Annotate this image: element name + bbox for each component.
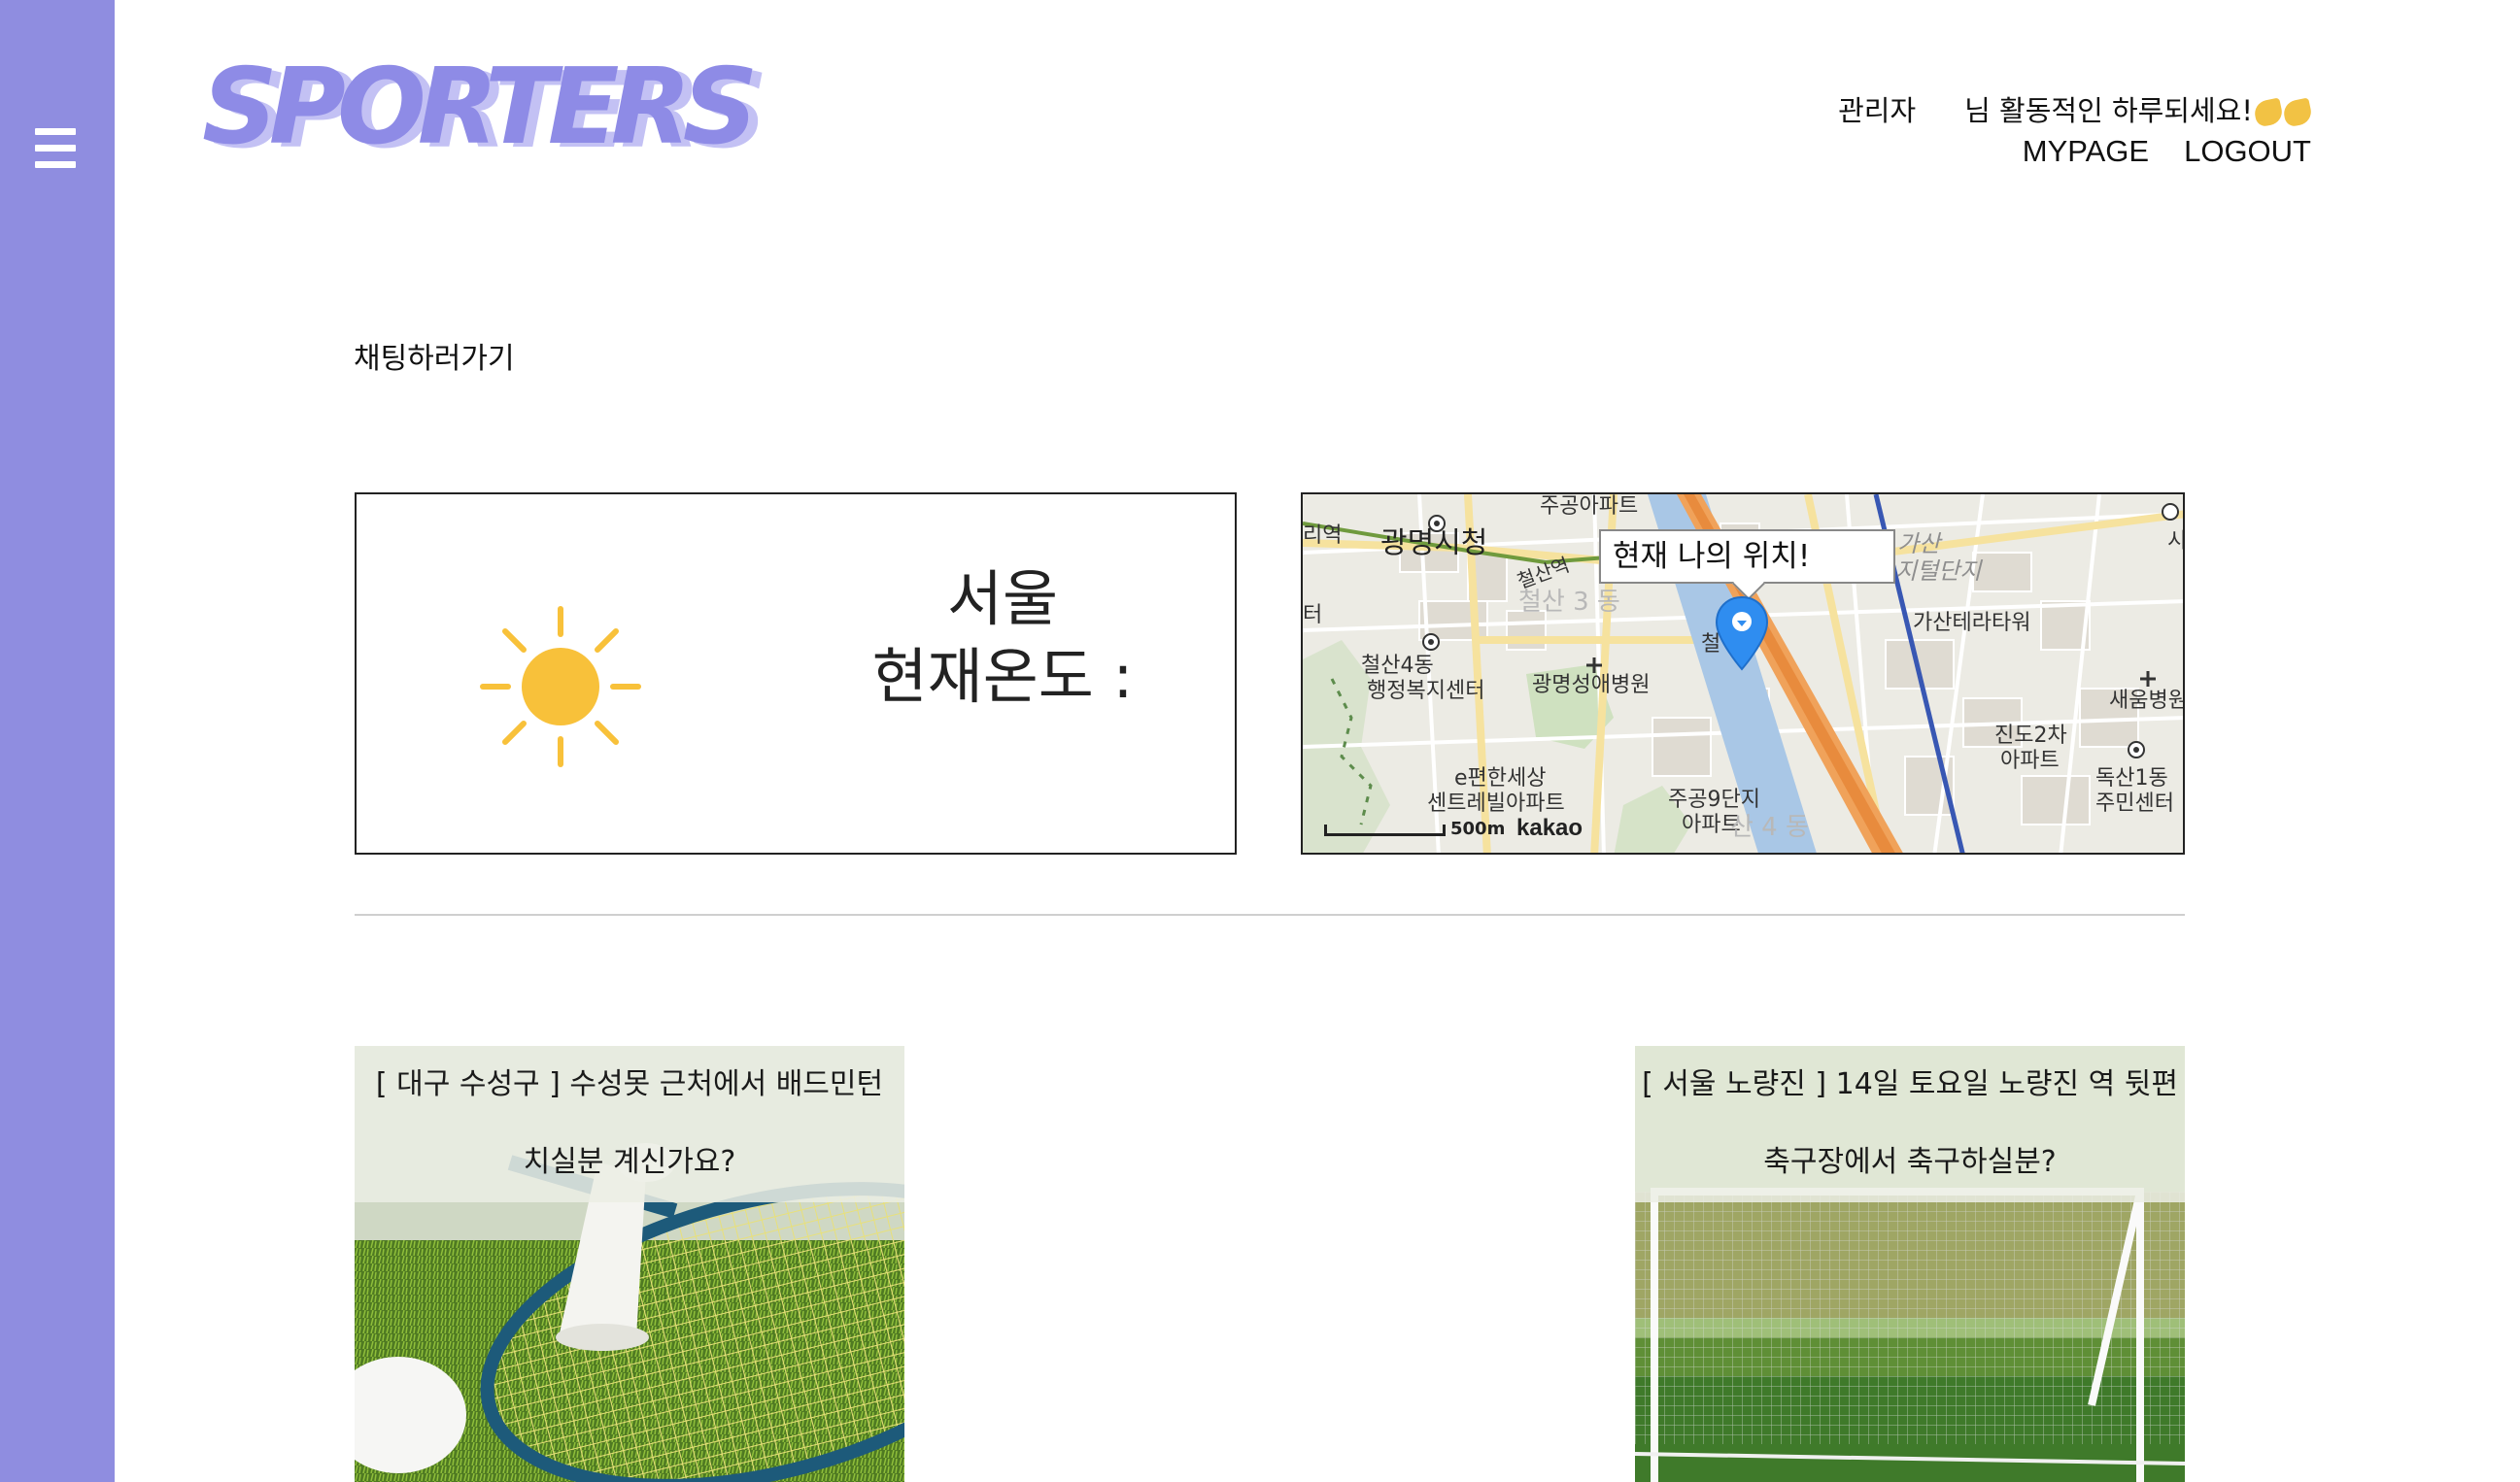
post-title-line: 축구장에서 축구하실분? <box>1763 1145 2057 1179</box>
map-label: 철산 3 동 <box>1518 588 1620 617</box>
map-label: 지털단지 <box>1895 557 1982 585</box>
hamburger-menu-icon[interactable] <box>35 128 76 169</box>
map-label: 주민센터 <box>2095 792 2174 816</box>
weather-city: 서울 <box>946 563 1059 634</box>
post-card-soccer[interactable]: [ 서울 노량진 ] 14일 토요일 노량진 역 뒷편 축구장에서 축구하실분? <box>1635 1046 2185 1482</box>
post-title-line: [ 대구 수성구 ] 수성못 근처에서 배드민턴 <box>375 1067 884 1101</box>
map-label: 가산 <box>1897 530 1941 557</box>
map-label: 주공9단지 <box>1668 788 1760 812</box>
map-label: 철산4동 <box>1361 654 1434 678</box>
location-pin-icon[interactable] <box>1714 595 1770 673</box>
post-card-badminton[interactable]: [ 대구 수성구 ] 수성못 근처에서 배드민턴 치실분 계신가요? <box>355 1046 904 1482</box>
map-label: 센트레빌아파트 <box>1427 792 1565 816</box>
sidebar <box>0 0 115 1482</box>
chat-link[interactable]: 채팅하러가기 <box>354 334 515 377</box>
map-scale-bar <box>1324 825 1446 836</box>
map-label: 독산1동 <box>2095 766 2168 791</box>
greeting-text: 님 활동적인 하루되세요! <box>1964 94 2253 127</box>
map-label: 산 4 동 <box>1730 813 1809 842</box>
kakao-logo: kakao <box>1516 815 1584 841</box>
map-scale-label: 500m <box>1450 819 1506 839</box>
map-label: 주공아파트 <box>1540 494 1639 519</box>
location-map[interactable]: 주공아파트 리역 광명시청 철산역 철산 3 동 터 철산4동 행정복지센터 광… <box>1301 492 2185 855</box>
weather-temp-label: 현재온도 : <box>871 641 1134 712</box>
map-label: 터 <box>1303 603 1323 627</box>
map-label: 아파트 <box>2000 749 2060 773</box>
sun-icon <box>480 606 641 767</box>
map-label: 시 <box>2167 529 2183 555</box>
weather-card: 서울 현재온도 : <box>355 492 1237 855</box>
post-title-line: [ 서울 노량진 ] 14일 토요일 노량진 역 뒷편 <box>1642 1067 2178 1101</box>
flexed-biceps-icon <box>2252 97 2314 128</box>
user-name: 관리자 <box>1838 94 1917 127</box>
map-tooltip: 현재 나의 위치! <box>1599 529 1895 584</box>
post-title-line: 치실분 계신가요? <box>523 1145 736 1179</box>
map-label: 리역 <box>1303 523 1343 548</box>
logout-link[interactable]: LOGOUT <box>2184 134 2311 169</box>
user-header: 관리자 님 활동적인 하루되세요! MYPAGE LOGOUT <box>1838 87 2314 173</box>
map-label: 진도2차 <box>1994 724 2067 748</box>
mypage-link[interactable]: MYPAGE <box>2023 134 2149 169</box>
logo[interactable]: SPORTERS SPORTERS <box>202 45 785 172</box>
map-label: 새움병원 <box>2109 689 2185 713</box>
map-label: 행정복지센터 <box>1367 679 1485 703</box>
map-label: e편한세상 <box>1454 766 1547 791</box>
logo-text: SPORTERS <box>202 47 758 168</box>
section-divider <box>355 914 2185 916</box>
map-label: 가산테라타워 <box>1913 611 2031 635</box>
map-label: 광명시청 <box>1380 526 1488 560</box>
map-label: 광명성애병원 <box>1532 673 1651 697</box>
